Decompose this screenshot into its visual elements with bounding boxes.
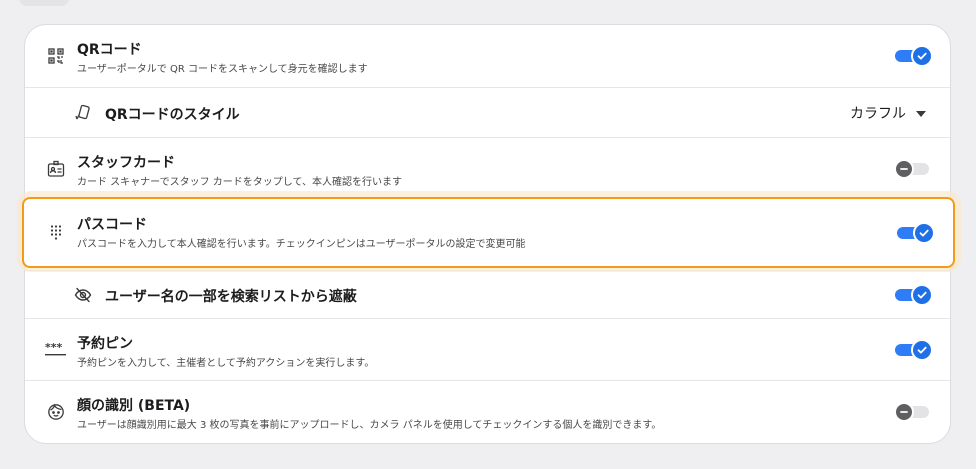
- mask-username-toggle[interactable]: [895, 283, 933, 306]
- setting-title: QRコード: [77, 42, 142, 58]
- setting-row-qr-code: QRコード ユーザーポータルで QR コードをスキャンして身元を確認します: [25, 25, 950, 88]
- minus-icon: [894, 159, 914, 179]
- setting-description: パスコードを入力して本人確認を行います。チェックインピンはユーザーポータルの設定…: [77, 239, 526, 250]
- setting-row-qr-style: QRコードのスタイル カラフル: [25, 88, 950, 138]
- setting-description: ユーザーポータルで QR コードをスキャンして身元を確認します: [77, 64, 368, 75]
- qr-code-toggle[interactable]: [895, 45, 933, 67]
- setting-row-mask-username: ユーザー名の一部を検索リストから遮蔽: [25, 270, 950, 319]
- qr-style-dropdown[interactable]: カラフル: [850, 103, 926, 123]
- setting-row-face-id: 顔の識別 (BETA) ユーザーは顔識別用に最大 3 枚の写真を事前にアップロー…: [25, 381, 950, 443]
- setting-description: 予約ピンを入力して、主催者として予約アクションを実行します。: [77, 358, 375, 369]
- setting-title: スタッフカード: [77, 155, 175, 171]
- setting-title: ユーザー名の一部を検索リストから遮蔽: [105, 289, 357, 305]
- minus-icon: [894, 402, 914, 422]
- setting-description: ユーザーは顔識別用に最大 3 枚の写真を事前にアップロードし、カメラ パネルを使…: [77, 420, 662, 431]
- check-icon: [913, 221, 935, 244]
- qr-style-icon: [74, 104, 92, 122]
- face-id-toggle[interactable]: [894, 401, 931, 423]
- setting-row-reservation-pin: *** 予約ピン 予約ピンを入力して、主催者として予約アクションを実行します。: [25, 319, 950, 381]
- face-icon: [47, 403, 65, 421]
- svg-text:***: ***: [45, 343, 63, 354]
- setting-title: 顔の識別 (BETA): [77, 398, 191, 414]
- setting-title: パスコード: [77, 217, 147, 233]
- partial-top-control: [18, 0, 70, 6]
- qr-code-icon: [47, 47, 65, 65]
- check-icon: [911, 338, 933, 361]
- id-badge-icon: [47, 160, 65, 178]
- setting-title: QRコードのスタイル: [105, 107, 240, 123]
- setting-row-passcode: パスコード パスコードを入力して本人確認を行います。チェックインピンはユーザーポ…: [22, 197, 955, 268]
- passcode-toggle[interactable]: [897, 221, 935, 244]
- setting-description: カード スキャナーでスタッフ カードをタップして、本人確認を行います: [77, 177, 402, 188]
- check-icon: [911, 45, 933, 67]
- dropdown-value: カラフル: [850, 105, 906, 122]
- setting-title: 予約ピン: [77, 336, 133, 352]
- staff-card-toggle[interactable]: [894, 158, 931, 180]
- reservation-pin-toggle[interactable]: [895, 338, 933, 361]
- keypad-icon: [47, 224, 65, 242]
- pin-dots-icon: ***: [45, 341, 67, 359]
- eye-slash-icon: [74, 286, 92, 304]
- check-icon: [911, 283, 933, 306]
- caret-down-icon: [916, 105, 926, 121]
